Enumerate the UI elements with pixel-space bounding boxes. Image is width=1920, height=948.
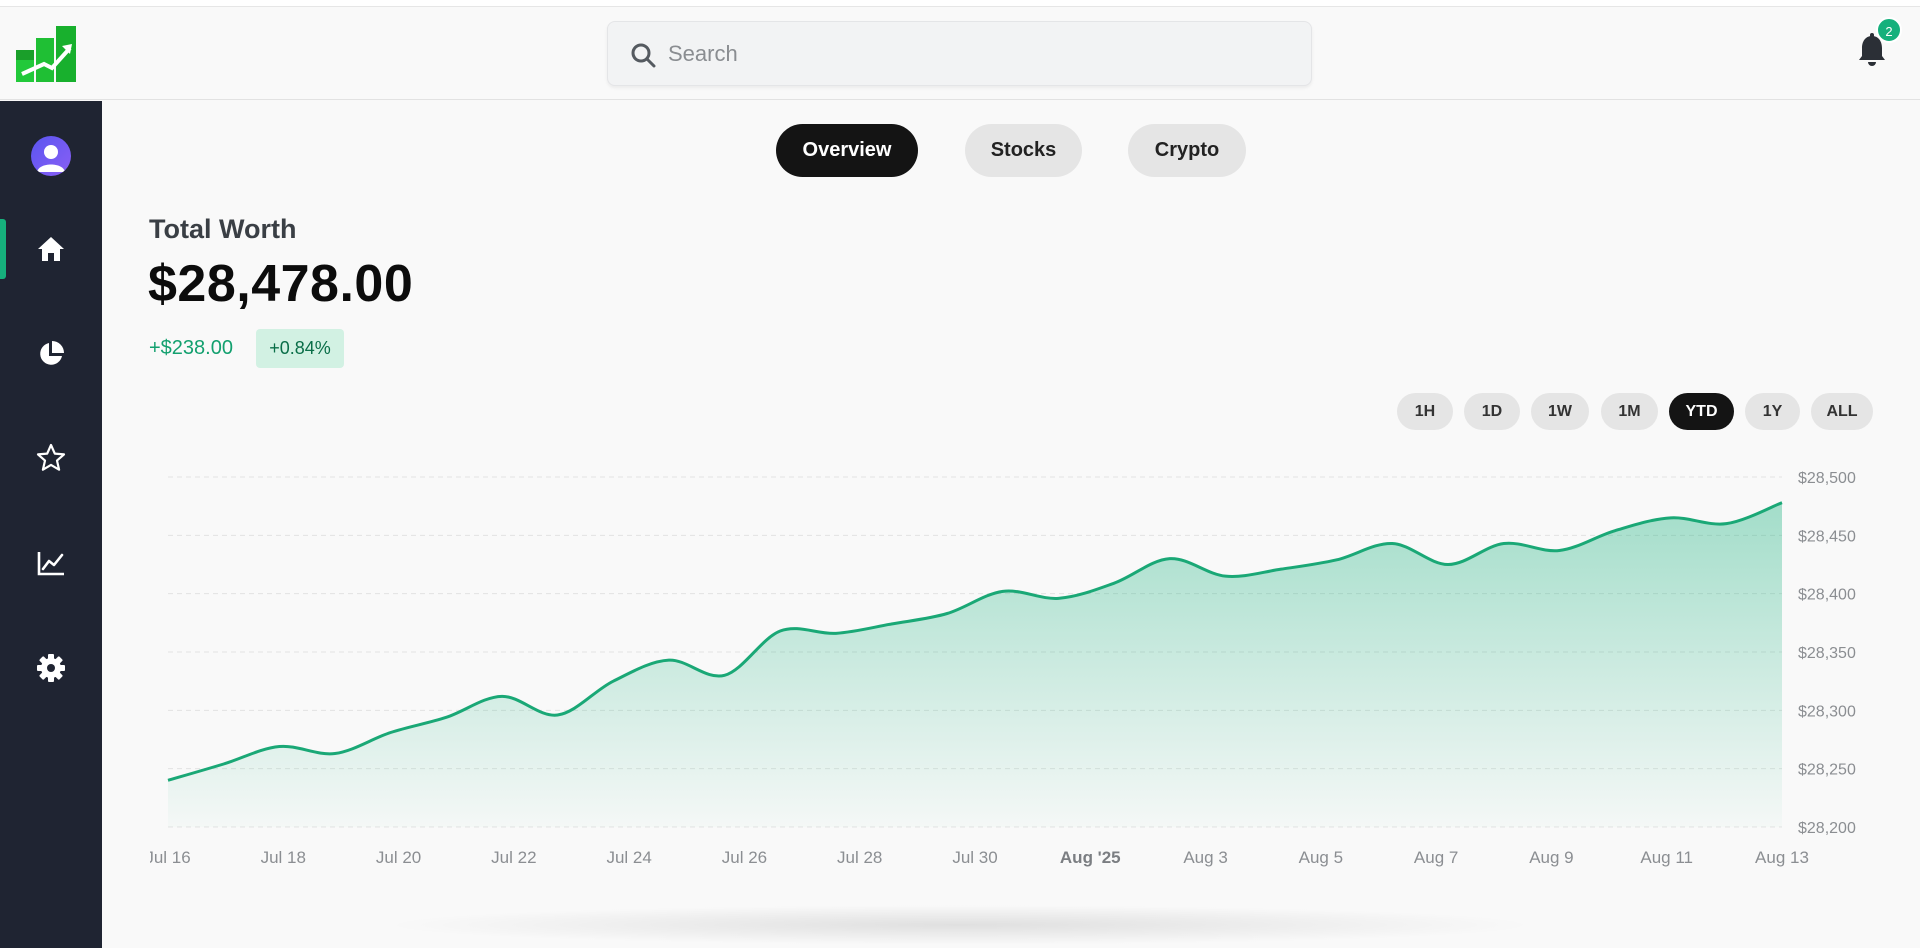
- line-chart-icon: [37, 552, 64, 576]
- bottom-panel-shadow: [380, 905, 1540, 945]
- tab-crypto[interactable]: Crypto: [1128, 124, 1246, 177]
- x-tick-label: Aug 11: [1640, 848, 1693, 867]
- x-tick-label: Jul 30: [952, 848, 997, 867]
- x-tick-label: Jul 24: [606, 848, 651, 867]
- view-tabs: Overview Stocks Crypto: [0, 124, 1920, 178]
- home-icon: [38, 237, 64, 261]
- tab-stocks[interactable]: Stocks: [965, 124, 1082, 177]
- search-icon: [631, 43, 656, 68]
- y-tick-label: $28,400: [1798, 587, 1856, 604]
- x-tick-label: Jul 18: [261, 848, 306, 867]
- y-tick-label: $28,350: [1798, 645, 1856, 662]
- range-all-button[interactable]: ALL: [1811, 393, 1873, 430]
- sidebar-item-analytics[interactable]: [0, 533, 102, 593]
- sidebar-item-settings[interactable]: [0, 638, 102, 698]
- x-tick-label: Aug 3: [1183, 848, 1227, 867]
- gear-icon: [37, 654, 65, 682]
- search-box[interactable]: [607, 21, 1312, 86]
- x-tick-label: Aug 5: [1299, 848, 1343, 867]
- x-tick-label: Aug 7: [1414, 848, 1458, 867]
- pie-chart-icon: [40, 341, 64, 365]
- change-amount: +$238.00: [149, 337, 233, 359]
- range-1w-button[interactable]: 1W: [1531, 393, 1589, 430]
- star-icon: [36, 443, 66, 471]
- range-1m-button[interactable]: 1M: [1601, 393, 1658, 430]
- x-tick-label: Aug 9: [1529, 848, 1573, 867]
- y-axis-ticks: $28,500 $28,450 $28,400 $28,350 $28,300 $28,2…: [1798, 470, 1856, 837]
- x-tick-label: Jul 28: [837, 848, 882, 867]
- y-tick-label: $28,200: [1798, 820, 1856, 837]
- notification-badge: 2: [1876, 17, 1902, 43]
- app-logo[interactable]: [16, 26, 76, 82]
- x-tick-label: Jul 22: [491, 848, 536, 867]
- window-top-edge: [0, 0, 1920, 7]
- sidebar: [0, 101, 102, 948]
- x-tick-label: Jul 26: [722, 848, 767, 867]
- sidebar-item-portfolio[interactable]: [0, 324, 102, 384]
- x-tick-label: Aug '25: [1060, 848, 1121, 867]
- y-tick-label: $28,500: [1798, 470, 1856, 487]
- x-tick-label: Jul 16: [150, 848, 191, 867]
- sidebar-item-watchlist[interactable]: [0, 428, 102, 488]
- total-worth-label: Total Worth: [149, 214, 297, 244]
- net-worth-chart: $28,500 $28,450 $28,400 $28,350 $28,300 $28,2…: [150, 470, 1856, 867]
- range-1y-button[interactable]: 1Y: [1745, 393, 1800, 430]
- range-ytd-button[interactable]: YTD: [1669, 393, 1734, 430]
- range-1h-button[interactable]: 1H: [1397, 393, 1453, 430]
- tab-overview[interactable]: Overview: [776, 124, 918, 177]
- sidebar-item-home[interactable]: [0, 219, 102, 279]
- x-axis-ticks: Jul 16 Jul 18 Jul 20 Jul 22 Jul 24 Jul 26 Jul …: [150, 848, 1809, 867]
- x-tick-label: Aug 13: [1755, 848, 1809, 867]
- y-tick-label: $28,250: [1798, 762, 1856, 779]
- x-tick-label: Jul 20: [376, 848, 421, 867]
- search-input[interactable]: [668, 22, 1288, 85]
- total-worth-value: $28,478.00: [148, 255, 414, 313]
- y-tick-label: $28,300: [1798, 703, 1856, 720]
- chart-area-fill: [168, 502, 1782, 827]
- change-percent-badge: +0.84%: [256, 329, 344, 368]
- header: 2: [0, 7, 1920, 100]
- range-1d-button[interactable]: 1D: [1464, 393, 1520, 430]
- y-tick-label: $28,450: [1798, 528, 1856, 545]
